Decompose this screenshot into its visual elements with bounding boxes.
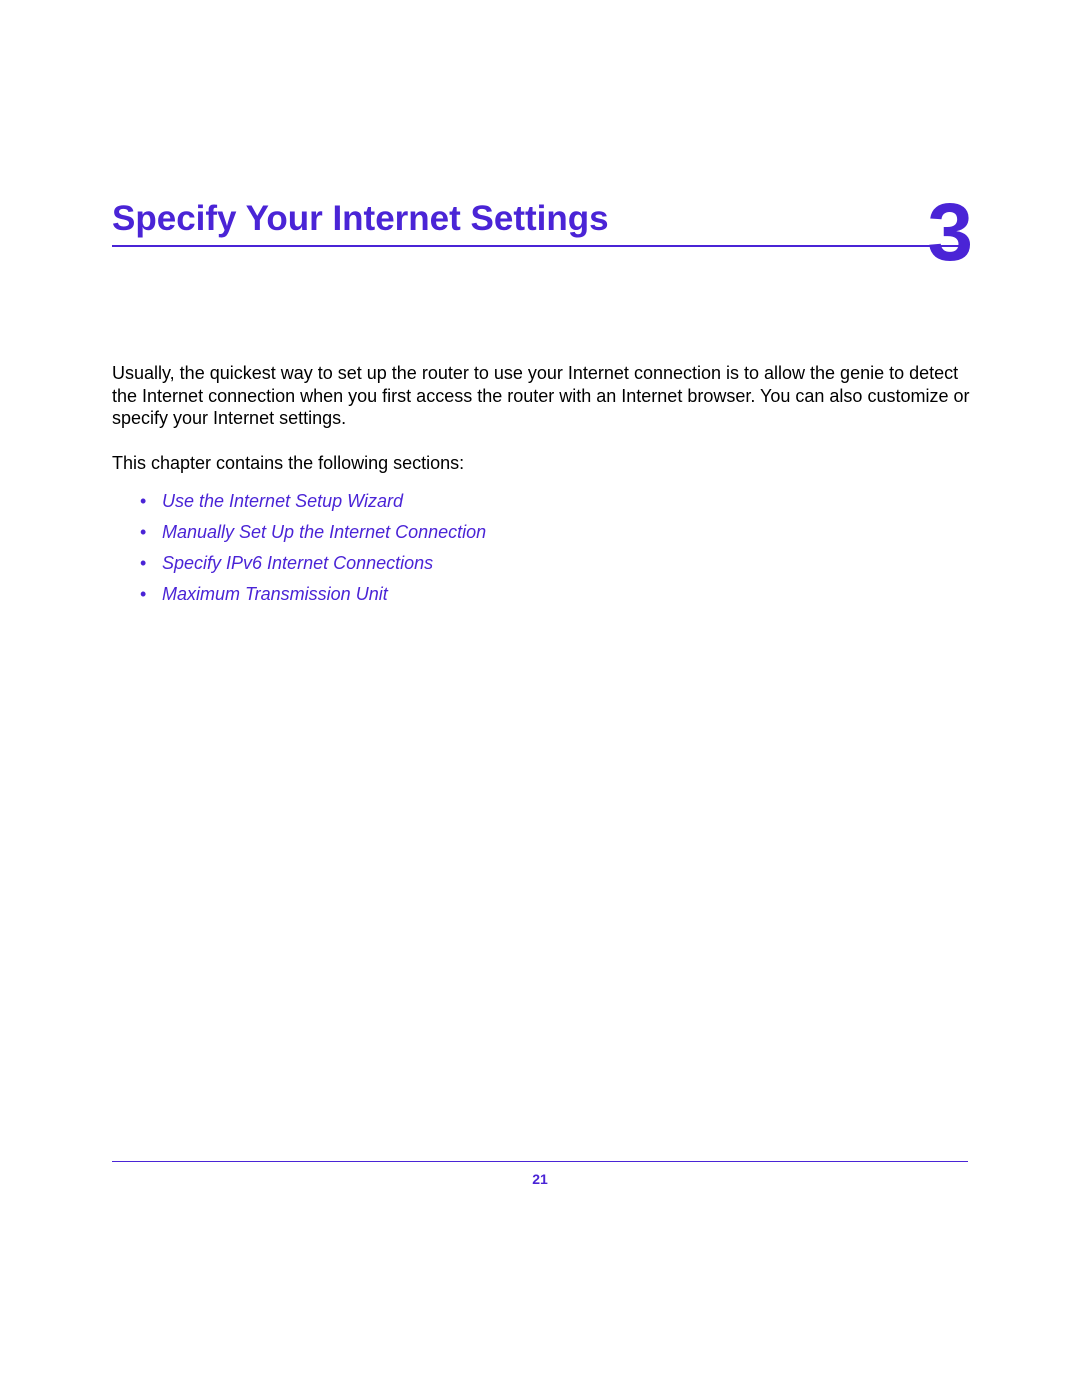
document-page: Specify Your Internet Settings 3 Usually… <box>0 0 1080 1397</box>
title-row: Specify Your Internet Settings <box>112 200 968 247</box>
chapter-title: Specify Your Internet Settings <box>112 199 609 238</box>
section-link-mtu[interactable]: Maximum Transmission Unit <box>162 584 388 604</box>
list-item: Use the Internet Setup Wizard <box>140 488 980 515</box>
section-list: Use the Internet Setup Wizard Manually S… <box>140 488 980 608</box>
intro-paragraph: Usually, the quickest way to set up the … <box>112 362 980 430</box>
list-item: Manually Set Up the Internet Connection <box>140 519 980 546</box>
lead-sentence: This chapter contains the following sect… <box>112 452 980 475</box>
chapter-number: 3 <box>927 192 973 274</box>
footer-rule <box>112 1161 968 1162</box>
section-link-ipv6[interactable]: Specify IPv6 Internet Connections <box>162 553 433 573</box>
list-item: Specify IPv6 Internet Connections <box>140 550 980 577</box>
list-item: Maximum Transmission Unit <box>140 581 980 608</box>
section-link-manual-setup[interactable]: Manually Set Up the Internet Connection <box>162 522 486 542</box>
section-link-setup-wizard[interactable]: Use the Internet Setup Wizard <box>162 491 403 511</box>
chapter-header: Specify Your Internet Settings 3 <box>112 200 968 247</box>
chapter-body: Usually, the quickest way to set up the … <box>112 362 980 612</box>
page-number: 21 <box>0 1171 1080 1187</box>
